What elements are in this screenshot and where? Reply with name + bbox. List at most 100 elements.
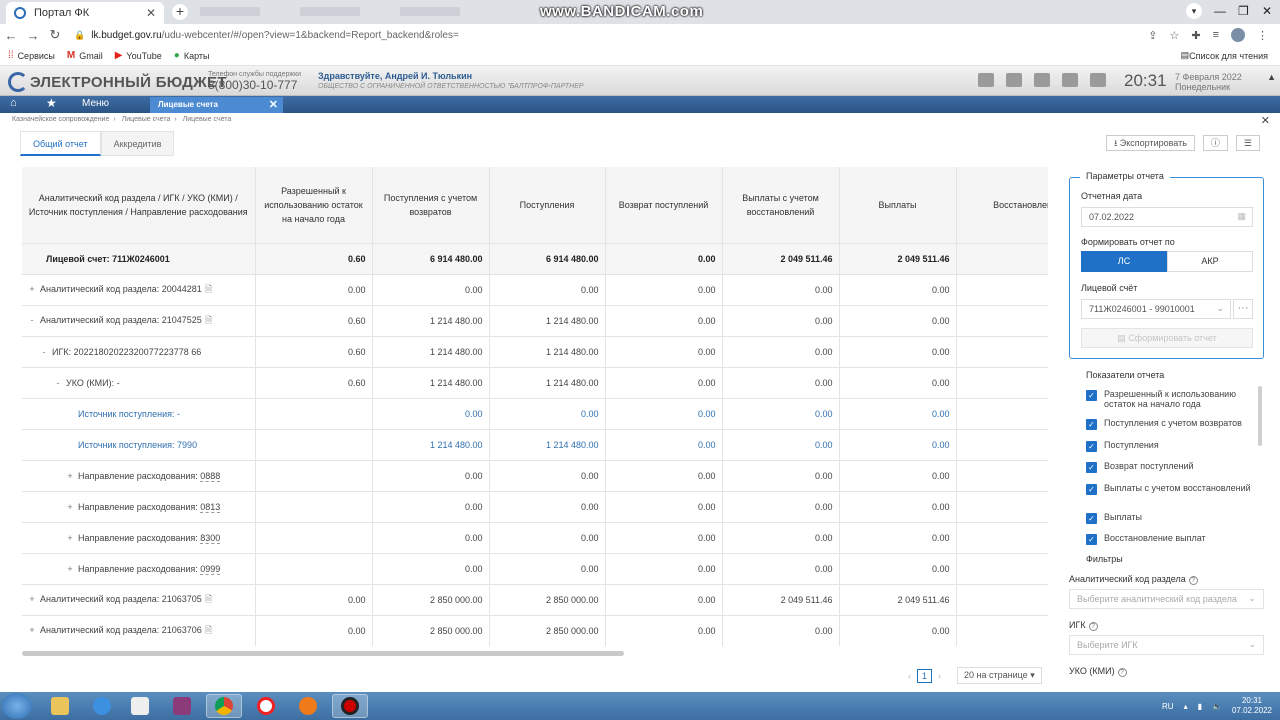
document-icon[interactable]: 🗎 <box>205 284 212 294</box>
taskbar-explorer[interactable] <box>42 694 78 718</box>
expand-icon[interactable]: + <box>28 594 36 604</box>
language-indicator[interactable]: RU <box>1162 702 1174 711</box>
tray-arrow-icon[interactable]: ▴ <box>1184 702 1188 711</box>
app-logo[interactable]: ЭЛЕКТРОННЫЙ БЮДЖЕТ <box>8 72 227 92</box>
taskbar-media[interactable] <box>122 694 158 718</box>
checkbox-checked-icon[interactable]: ✓ <box>1086 512 1097 524</box>
edit-icon[interactable] <box>1034 73 1050 87</box>
page-scroll-up-icon[interactable]: ▲ <box>1267 72 1276 82</box>
indicator-checkbox[interactable]: ✓ Поступления с учетом возвратов <box>1086 418 1256 440</box>
tab-close-icon[interactable]: ✕ <box>146 6 156 20</box>
option-ls[interactable]: ЛС <box>1081 251 1167 272</box>
back-icon[interactable]: ← <box>0 28 22 43</box>
network-icon[interactable]: ▮ <box>1198 702 1202 711</box>
table-row[interactable]: - Аналитический код раздела: 21047525 🗎 0.6… <box>22 305 1048 337</box>
row-code[interactable]: 8300 <box>200 532 221 544</box>
close-page-icon[interactable]: ✕ <box>1261 114 1270 127</box>
page-size-select[interactable]: 20 на странице ▾ <box>957 667 1042 684</box>
row-code[interactable]: 20221802022320077223778 66 <box>74 347 202 357</box>
next-page-icon[interactable]: › <box>938 671 941 681</box>
breadcrumb-item[interactable]: Лицевые счета <box>122 116 171 123</box>
indicator-checkbox[interactable]: ✓ Поступления <box>1086 440 1256 462</box>
bookmark-star-icon[interactable]: ☆ <box>1169 29 1179 42</box>
breadcrumb-item[interactable]: Казначейское сопровождение <box>12 116 109 123</box>
checkbox-checked-icon[interactable]: ✓ <box>1086 440 1097 452</box>
indicator-checkbox[interactable]: ✓ Возврат поступлений <box>1086 461 1256 483</box>
collapse-icon[interactable]: - <box>54 378 62 388</box>
new-tab-button[interactable]: + <box>172 4 188 20</box>
expand-icon[interactable]: + <box>66 502 74 512</box>
row-code[interactable]: 0888 <box>200 470 221 482</box>
report-date-field[interactable]: 07.02.2022 ▦ <box>1081 207 1253 227</box>
row-code[interactable]: - <box>117 378 120 388</box>
row-code[interactable]: 0813 <box>200 501 221 513</box>
home-icon[interactable]: ⌂ <box>10 97 17 109</box>
forward-icon[interactable]: → <box>22 28 44 43</box>
table-row[interactable]: Источник поступления: 7990 1 214 480.00 1 … <box>22 429 1048 461</box>
taskbar-yandex[interactable] <box>248 694 284 718</box>
checkbox-checked-icon[interactable]: ✓ <box>1086 462 1097 473</box>
tab-accounts[interactable]: Лицевые счета ✕ <box>150 97 283 113</box>
horizontal-scrollbar[interactable] <box>22 651 624 656</box>
help-icon[interactable]: ? <box>1088 622 1098 631</box>
expand-icon[interactable]: + <box>66 533 74 543</box>
share-icon[interactable]: ⇪ <box>1148 29 1157 42</box>
mail-icon[interactable] <box>978 73 994 87</box>
tab-letter-of-credit[interactable]: Аккредитив <box>100 131 175 156</box>
igk-filter-select[interactable]: Выберите ИГК ⌄ <box>1069 635 1264 655</box>
favorites-star-icon[interactable]: ★ <box>46 96 57 110</box>
url-field[interactable]: 🔒 lk.budget.gov.ru/udu-webcenter/#/open?… <box>74 30 1148 41</box>
row-code[interactable]: 21063705 <box>162 594 202 604</box>
indicator-checkbox[interactable]: ✓ Выплаты <box>1086 512 1256 534</box>
minimize-icon[interactable]: — <box>1214 4 1226 18</box>
expand-icon[interactable]: + <box>66 564 74 574</box>
checkbox-checked-icon[interactable]: ✓ <box>1086 483 1097 495</box>
background-tabs[interactable] <box>200 7 530 17</box>
table-row[interactable]: + Направление расходования: 8300 0.00 0.00 0… <box>22 522 1048 554</box>
row-label-text[interactable]: Источник поступления: <box>78 409 175 419</box>
taskbar-bandicam[interactable] <box>332 694 368 718</box>
indicator-checkbox[interactable]: ✓ Восстановление выплат <box>1086 533 1256 555</box>
reading-list-icon[interactable]: ≡ <box>1213 29 1219 41</box>
page-number[interactable]: 1 <box>917 668 933 683</box>
account-select[interactable]: 711Ж0246001 - 99010001 ⌄ <box>1081 299 1231 319</box>
table-row[interactable]: - УКО (КМИ): -0.60 1 214 480.00 1 214 480.0… <box>22 367 1048 399</box>
document-icon[interactable]: 🗎 <box>205 594 212 604</box>
export-button[interactable]: ⭳ Экспортировать <box>1106 135 1195 151</box>
maximize-icon[interactable]: ❐ <box>1238 4 1249 18</box>
volume-icon[interactable]: 🔈 <box>1212 702 1222 711</box>
row-label-text[interactable]: Источник поступления: <box>78 440 175 450</box>
help-icon[interactable]: ? <box>1188 576 1198 585</box>
user-icon[interactable] <box>1090 73 1106 87</box>
indicator-checkbox[interactable]: ✓ Разрешенный к использованию остаток на … <box>1086 389 1256 418</box>
side-panel-scrollbar[interactable] <box>1258 386 1262 446</box>
document-icon[interactable]: 🗎 <box>205 315 212 325</box>
checkbox-checked-icon[interactable]: ✓ <box>1086 534 1097 545</box>
bookmark-youtube[interactable]: ▶ YouTube <box>115 50 162 61</box>
messages-icon[interactable] <box>1062 73 1078 87</box>
account-more-button[interactable]: ··· <box>1233 299 1253 319</box>
browser-tab[interactable]: Портал ФК ✕ <box>6 2 164 24</box>
table-row[interactable]: + Аналитический код раздела: 21063705 🗎 0.0… <box>22 584 1048 616</box>
calendar-icon[interactable]: ▦ <box>1237 211 1246 222</box>
close-tab-icon[interactable]: ✕ <box>269 98 278 111</box>
checkbox-checked-icon[interactable]: ✓ <box>1086 419 1097 430</box>
info-button[interactable]: ⓘ <box>1202 135 1228 151</box>
tray-clock[interactable]: 20:31 07.02.2022 <box>1232 696 1272 716</box>
extensions-icon[interactable]: ✚ <box>1191 29 1200 42</box>
columns-settings-button[interactable]: ☰ <box>1235 135 1260 151</box>
taskbar-ie[interactable] <box>84 694 120 718</box>
tab-general-report[interactable]: Общий отчет <box>20 131 101 156</box>
bookmark-services[interactable]: ⁞⁞ Сервисы <box>8 50 55 61</box>
collapse-icon[interactable]: - <box>28 315 36 325</box>
profile-avatar[interactable] <box>1231 28 1245 42</box>
taskbar-winrar[interactable] <box>164 694 200 718</box>
close-window-icon[interactable]: ✕ <box>1262 4 1272 18</box>
expand-icon[interactable]: + <box>28 284 36 294</box>
row-code[interactable]: 20044281 <box>162 284 202 294</box>
generate-report-button[interactable]: ▤ Сформировать отчет <box>1081 328 1253 348</box>
row-code[interactable]: 21063706 <box>162 625 202 635</box>
option-akr[interactable]: АКР <box>1167 251 1253 272</box>
document-icon[interactable]: 🗎 <box>205 625 212 635</box>
row-code[interactable]: 21047525 <box>162 315 202 325</box>
